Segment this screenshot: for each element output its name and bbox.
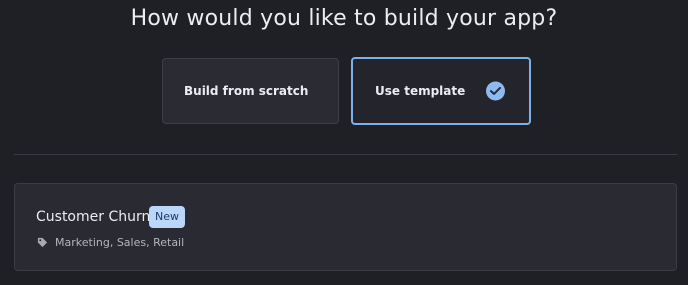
template-card-customer-churn[interactable]: Customer Churn New Marketing, Sales, Ret… bbox=[14, 183, 677, 271]
build-app-page: How would you like to build your app? Bu… bbox=[0, 0, 688, 285]
use-template-label: Use template bbox=[375, 84, 466, 98]
new-badge: New bbox=[149, 206, 185, 228]
build-from-scratch-option[interactable]: Build from scratch bbox=[162, 58, 339, 124]
use-template-option[interactable]: Use template bbox=[351, 57, 531, 125]
template-card-title: Customer Churn bbox=[36, 209, 151, 225]
checkmark-icon bbox=[490, 86, 501, 95]
check-circle-icon bbox=[486, 81, 505, 101]
template-tags: Marketing, Sales, Retail bbox=[37, 236, 184, 249]
page-title: How would you like to build your app? bbox=[130, 6, 558, 31]
tag-icon bbox=[37, 237, 48, 248]
section-divider bbox=[14, 154, 677, 155]
template-tags-text: Marketing, Sales, Retail bbox=[55, 236, 185, 249]
build-from-scratch-label: Build from scratch bbox=[184, 84, 309, 98]
